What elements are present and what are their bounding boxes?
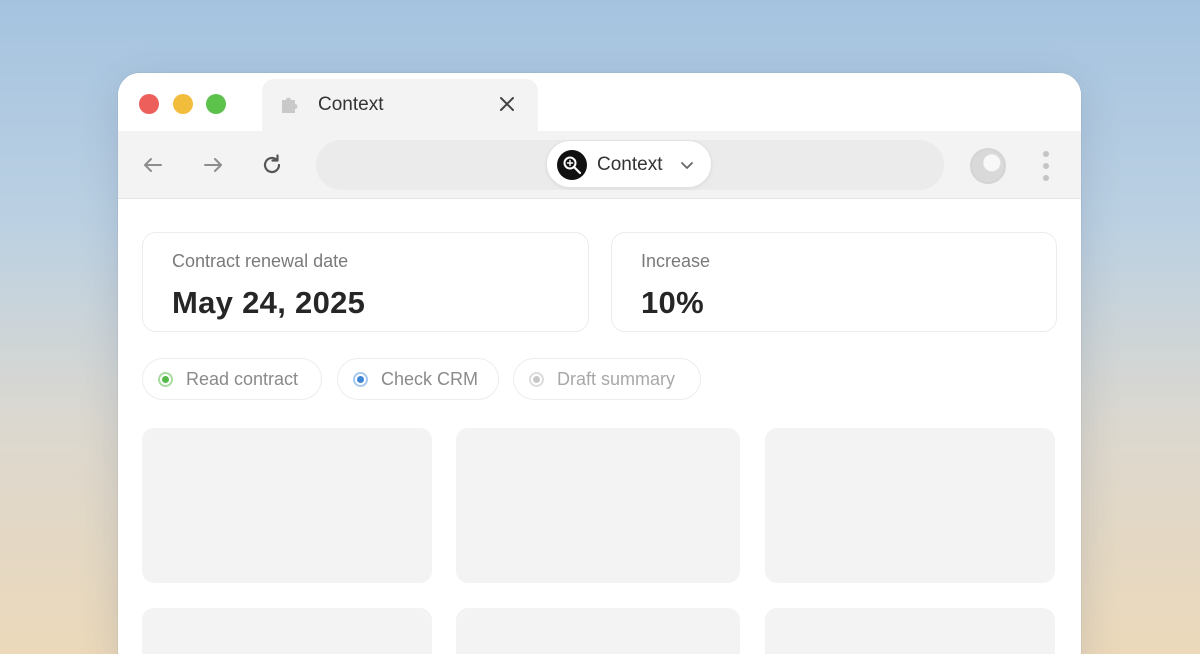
page-content: Contract renewal date May 24, 2025 Incre… [118,200,1081,654]
placeholder-tile [142,608,432,654]
status-pending-icon [529,372,544,387]
browser-window: Context Context Contract renewal date Ma… [118,73,1081,654]
step-draft-summary: Draft summary [513,358,701,400]
minimize-window-button[interactable] [173,94,193,114]
step-label: Check CRM [381,369,479,389]
close-window-button[interactable] [139,94,159,114]
step-label: Draft summary [557,369,676,389]
maximize-window-button[interactable] [206,94,226,114]
placeholder-tile [765,608,1055,654]
placeholder-tile [142,428,432,583]
title-bar: Context [118,73,1081,131]
placeholder-tile [456,608,740,654]
chevron-down-icon [679,157,695,173]
step-label: Read contract [186,369,299,389]
forward-icon[interactable] [199,151,227,179]
card-label: Contract renewal date [172,251,349,271]
placeholder-tile [765,428,1055,583]
context-logo-icon [557,150,587,180]
increase-card: Increase 10% [611,232,1057,332]
step-check-crm: Check CRM [337,358,499,400]
step-read-contract: Read contract [142,358,322,400]
kebab-menu-icon[interactable] [1036,151,1056,181]
placeholder-tile [456,428,740,583]
reload-icon[interactable] [258,151,286,179]
contract-renewal-card: Contract renewal date May 24, 2025 [142,232,589,332]
tab-title: Context [318,94,384,115]
card-value: 10% [641,285,704,320]
chip-label: Context [597,154,663,175]
card-label: Increase [641,251,711,271]
status-done-icon [158,372,173,387]
tab-context[interactable]: Context [262,79,538,131]
card-value: May 24, 2025 [172,285,366,320]
browser-toolbar: Context [118,131,1081,199]
context-chip[interactable]: Context [546,140,712,188]
profile-avatar-icon[interactable] [970,148,1006,184]
puzzle-icon [278,94,300,116]
status-active-icon [353,372,368,387]
back-icon[interactable] [139,151,167,179]
close-tab-icon[interactable] [494,91,520,117]
